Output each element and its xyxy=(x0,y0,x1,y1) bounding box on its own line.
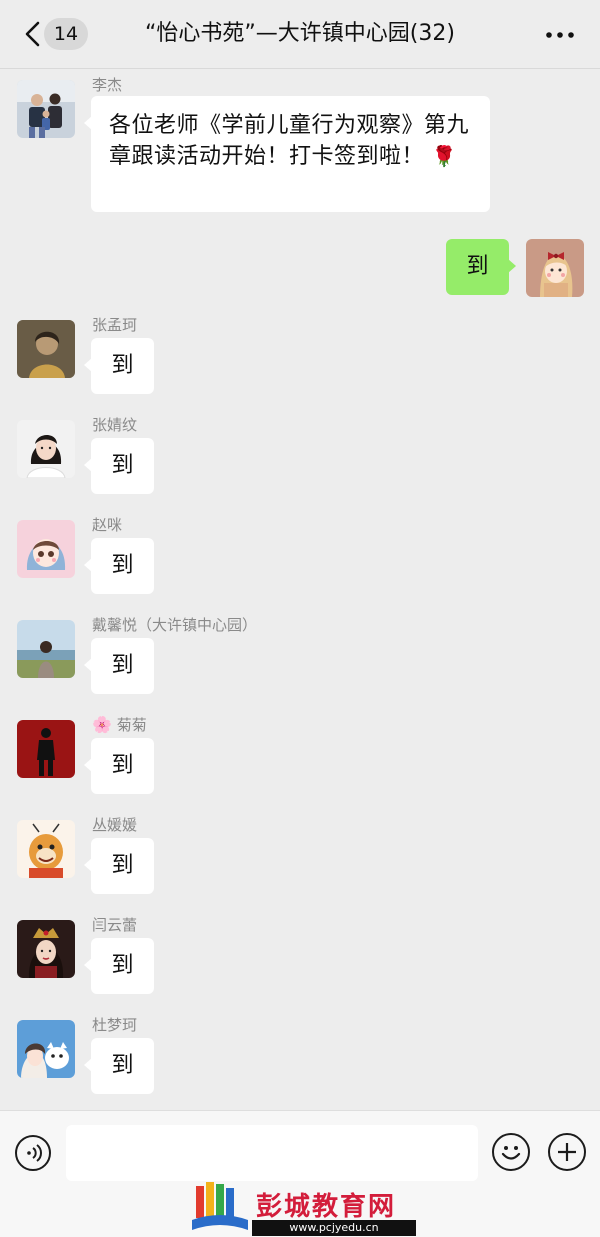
message-row-mine: 到 xyxy=(0,238,600,298)
avatar[interactable] xyxy=(17,620,75,678)
message-row: 赵咪 到 xyxy=(0,516,600,598)
message-row: 李杰 各位老师《学前儿童行为观察》第九章跟读活动开始！打卡签到啦！ 🌹 xyxy=(0,76,600,218)
message-row: 戴馨悦（大许镇中心园） 到 xyxy=(0,616,600,698)
rose-emoji: 🌹 xyxy=(431,144,457,168)
chevron-left-icon[interactable] xyxy=(22,20,44,48)
site-watermark: 彭城教育网 www.pcjyedu.cn xyxy=(190,1178,420,1236)
message-row: 张婧纹 到 xyxy=(0,416,600,498)
sender-name: 🌸 菊菊 xyxy=(92,714,147,735)
unread-count-badge[interactable]: 14 xyxy=(44,18,88,50)
sender-name: 张婧纹 xyxy=(92,416,138,434)
plus-circle-icon[interactable] xyxy=(548,1133,586,1171)
message-row: 🌸 菊菊 到 xyxy=(0,715,600,798)
message-bubble-mine[interactable]: 到 xyxy=(446,239,516,295)
watermark-url: www.pcjyedu.cn xyxy=(252,1220,416,1236)
message-bubble[interactable]: 各位老师《学前儿童行为观察》第九章跟读活动开始！打卡签到啦！ 🌹 xyxy=(84,96,490,212)
chat-header: 14 “怡心书苑”—大许镇中心园(32) xyxy=(0,0,600,69)
message-bubble[interactable]: 到 xyxy=(84,338,154,394)
sender-name: 杜梦珂 xyxy=(92,1016,138,1034)
flower-emoji: 🌸 xyxy=(92,715,112,734)
sender-name-text: 菊菊 xyxy=(116,716,147,734)
avatar[interactable] xyxy=(17,520,75,578)
avatar[interactable] xyxy=(17,920,75,978)
sender-name: 李杰 xyxy=(92,76,123,94)
avatar[interactable] xyxy=(17,80,75,138)
message-row: 丛媛媛 到 xyxy=(0,816,600,898)
avatar[interactable] xyxy=(17,420,75,478)
emoji-icon[interactable] xyxy=(492,1133,530,1171)
sender-name: 张孟珂 xyxy=(92,316,138,334)
message-bubble[interactable]: 到 xyxy=(84,638,154,694)
more-horizontal-icon[interactable] xyxy=(546,32,574,38)
sender-name: 闫云蕾 xyxy=(92,916,138,934)
watermark-text: 彭城教育网 xyxy=(256,1192,397,1222)
sender-name: 丛媛媛 xyxy=(92,816,138,834)
message-row: 杜梦珂 到 xyxy=(0,1016,600,1098)
message-bubble[interactable]: 到 xyxy=(84,1038,154,1094)
avatar[interactable] xyxy=(17,820,75,878)
message-row: 闫云蕾 到 xyxy=(0,916,600,998)
message-bubble[interactable]: 到 xyxy=(84,438,154,494)
book-logo-icon xyxy=(192,1182,248,1230)
avatar[interactable] xyxy=(17,1020,75,1078)
voice-icon[interactable] xyxy=(15,1135,51,1171)
sender-name: 戴馨悦（大许镇中心园） xyxy=(92,616,258,634)
message-bubble[interactable]: 到 xyxy=(84,538,154,594)
avatar[interactable] xyxy=(17,320,75,378)
message-text: 各位老师《学前儿童行为观察》第九章跟读活动开始！打卡签到啦！ xyxy=(109,113,470,169)
message-bubble[interactable]: 到 xyxy=(84,938,154,994)
message-text: 到 xyxy=(466,254,489,279)
avatar[interactable] xyxy=(17,720,75,778)
my-avatar[interactable] xyxy=(526,239,584,297)
chat-title: “怡心书苑”—大许镇中心园(32) xyxy=(145,21,455,46)
message-row: 张孟珂 到 xyxy=(0,316,600,398)
message-bubble[interactable]: 到 xyxy=(84,738,154,794)
message-input[interactable] xyxy=(66,1125,478,1181)
message-bubble[interactable]: 到 xyxy=(84,838,154,894)
sender-name: 赵咪 xyxy=(92,516,123,534)
